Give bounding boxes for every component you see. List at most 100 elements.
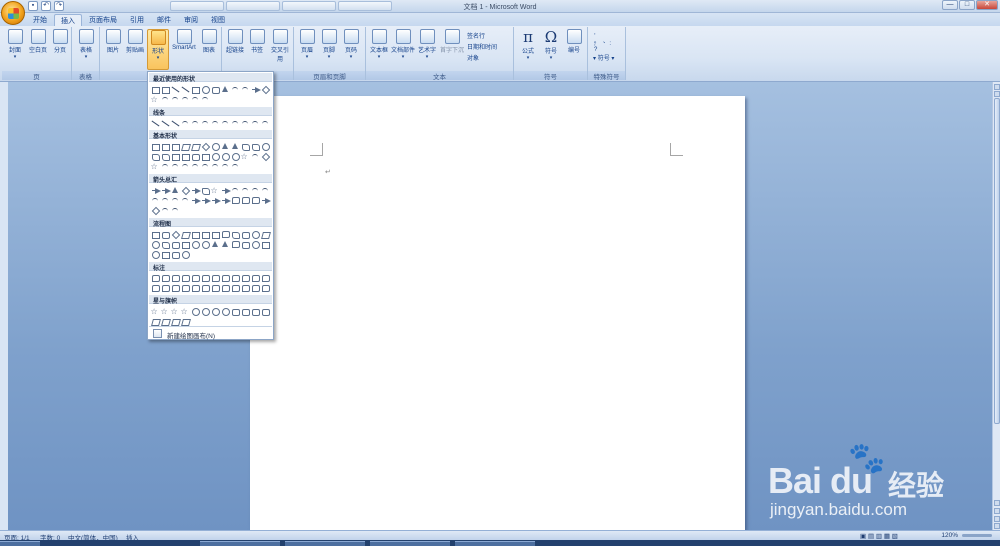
basic-shape[interactable] xyxy=(151,142,160,151)
line-shape[interactable] xyxy=(151,119,160,128)
wordart-button[interactable]: 艺术字 ▾ xyxy=(416,29,438,60)
flowchart-shape[interactable] xyxy=(151,250,160,259)
flowchart-shape[interactable] xyxy=(231,240,240,249)
smartart-button[interactable]: SmartArt xyxy=(170,29,198,51)
star-shape[interactable] xyxy=(151,307,160,316)
scroll-down-button[interactable] xyxy=(994,500,1000,506)
blank-page-button[interactable]: 空白页 xyxy=(27,29,49,54)
dropcap-button[interactable]: 首字下沉 xyxy=(439,29,465,54)
flowchart-shape[interactable] xyxy=(191,240,200,249)
callout-shape[interactable] xyxy=(231,284,240,293)
right-arrow-shape[interactable] xyxy=(250,84,261,94)
chart-button[interactable]: 图表 xyxy=(198,29,220,54)
line-shape[interactable] xyxy=(191,119,200,128)
banner-shape[interactable] xyxy=(171,317,180,326)
bookmark-button[interactable]: 书签 xyxy=(246,29,268,54)
basic-shape[interactable] xyxy=(231,142,240,151)
callout-shape[interactable] xyxy=(211,274,220,283)
arrow-shape[interactable] xyxy=(201,186,210,195)
star-shape[interactable] xyxy=(161,307,170,316)
arrow-shape[interactable] xyxy=(190,195,201,205)
tab-references[interactable]: 引用 xyxy=(124,14,150,26)
tab-view[interactable]: 视图 xyxy=(205,14,231,26)
textbox-button[interactable]: 文本框 ▾ xyxy=(368,29,390,60)
banner-shape[interactable] xyxy=(251,307,260,316)
basic-shape[interactable] xyxy=(231,152,240,161)
flowchart-shape[interactable] xyxy=(181,250,190,259)
symbol-button[interactable]: Ω 符号 ▾ xyxy=(540,29,562,62)
basic-shape[interactable] xyxy=(191,152,200,161)
table-button[interactable]: 表格 ▾ xyxy=(75,29,97,60)
arrow-shape[interactable] xyxy=(161,196,170,205)
picture-button[interactable]: 图片 xyxy=(102,29,124,54)
star-shape[interactable] xyxy=(211,307,220,316)
arc-shape[interactable] xyxy=(181,95,190,104)
basic-shape[interactable] xyxy=(171,152,180,161)
arrow-shape[interactable] xyxy=(190,185,201,195)
basic-shape[interactable] xyxy=(241,142,250,151)
header-button[interactable]: 页眉 ▾ xyxy=(296,29,318,60)
prev-page-button[interactable] xyxy=(994,508,1000,514)
arrow-shape[interactable] xyxy=(210,195,221,205)
basic-shape[interactable] xyxy=(181,162,190,171)
callout-shape[interactable] xyxy=(151,284,160,293)
banner-shape[interactable] xyxy=(151,317,160,326)
basic-shape[interactable] xyxy=(251,152,260,161)
line-shape[interactable] xyxy=(171,85,180,94)
line-shape[interactable] xyxy=(211,119,220,128)
line-shape[interactable] xyxy=(231,119,240,128)
rectangle-shape[interactable] xyxy=(191,85,200,94)
browse-object-button[interactable] xyxy=(994,516,1000,522)
elbow-connector-shape[interactable] xyxy=(241,85,250,94)
oval-shape[interactable] xyxy=(201,85,210,94)
callout-shape[interactable] xyxy=(191,284,200,293)
basic-shape[interactable] xyxy=(241,152,250,161)
flowchart-shape[interactable] xyxy=(251,240,260,249)
view-buttons[interactable]: ▣ ▤ ▥ ▦ ▧ xyxy=(860,532,898,540)
basic-shape[interactable] xyxy=(181,152,190,161)
arrow-shape[interactable] xyxy=(231,196,240,205)
rounded-rect-shape[interactable] xyxy=(211,85,220,94)
flowchart-shape[interactable] xyxy=(211,230,220,239)
basic-shape[interactable] xyxy=(171,142,180,151)
line-shape[interactable] xyxy=(251,119,260,128)
office-button[interactable] xyxy=(1,1,25,25)
right-brace-shape[interactable] xyxy=(201,95,210,104)
line-shape[interactable] xyxy=(261,119,270,128)
star-shape[interactable] xyxy=(201,307,210,316)
callout-shape[interactable] xyxy=(251,284,260,293)
flowchart-shape[interactable] xyxy=(161,230,170,239)
basic-shape[interactable] xyxy=(161,142,170,151)
flowchart-shape[interactable] xyxy=(181,230,190,239)
basic-shape[interactable] xyxy=(221,152,230,161)
arrow-shape[interactable] xyxy=(241,186,250,195)
callout-shape[interactable] xyxy=(261,274,270,283)
arrow-shape[interactable] xyxy=(241,196,250,205)
vertical-textbox-shape[interactable] xyxy=(161,85,170,94)
arrow-shape[interactable] xyxy=(251,196,260,205)
star-shape[interactable] xyxy=(191,307,200,316)
tab-home[interactable]: 开始 xyxy=(27,14,53,26)
line-shape[interactable] xyxy=(161,119,170,128)
lightning-shape[interactable] xyxy=(161,95,170,104)
basic-shape[interactable] xyxy=(211,152,220,161)
callout-shape[interactable] xyxy=(181,284,190,293)
page-break-button[interactable]: 分页 xyxy=(49,29,71,54)
callout-shape[interactable] xyxy=(241,284,250,293)
flowchart-shape[interactable] xyxy=(171,250,180,259)
basic-shape[interactable] xyxy=(211,142,220,151)
line-shape[interactable] xyxy=(171,119,180,128)
flowchart-shape[interactable] xyxy=(191,230,200,239)
callout-shape[interactable] xyxy=(221,274,230,283)
callout-shape[interactable] xyxy=(211,284,220,293)
cross-reference-button[interactable]: 交叉引用 xyxy=(269,29,291,63)
basic-shape[interactable] xyxy=(151,162,160,171)
left-brace-shape[interactable] xyxy=(191,95,200,104)
banner-shape[interactable] xyxy=(231,307,240,316)
arrow-shape[interactable] xyxy=(161,206,170,215)
arrow-shape[interactable] xyxy=(231,186,240,195)
basic-shape[interactable] xyxy=(161,152,170,161)
banner-shape[interactable] xyxy=(261,307,270,316)
callout-shape[interactable] xyxy=(161,284,170,293)
taskbar-item[interactable] xyxy=(285,541,365,546)
